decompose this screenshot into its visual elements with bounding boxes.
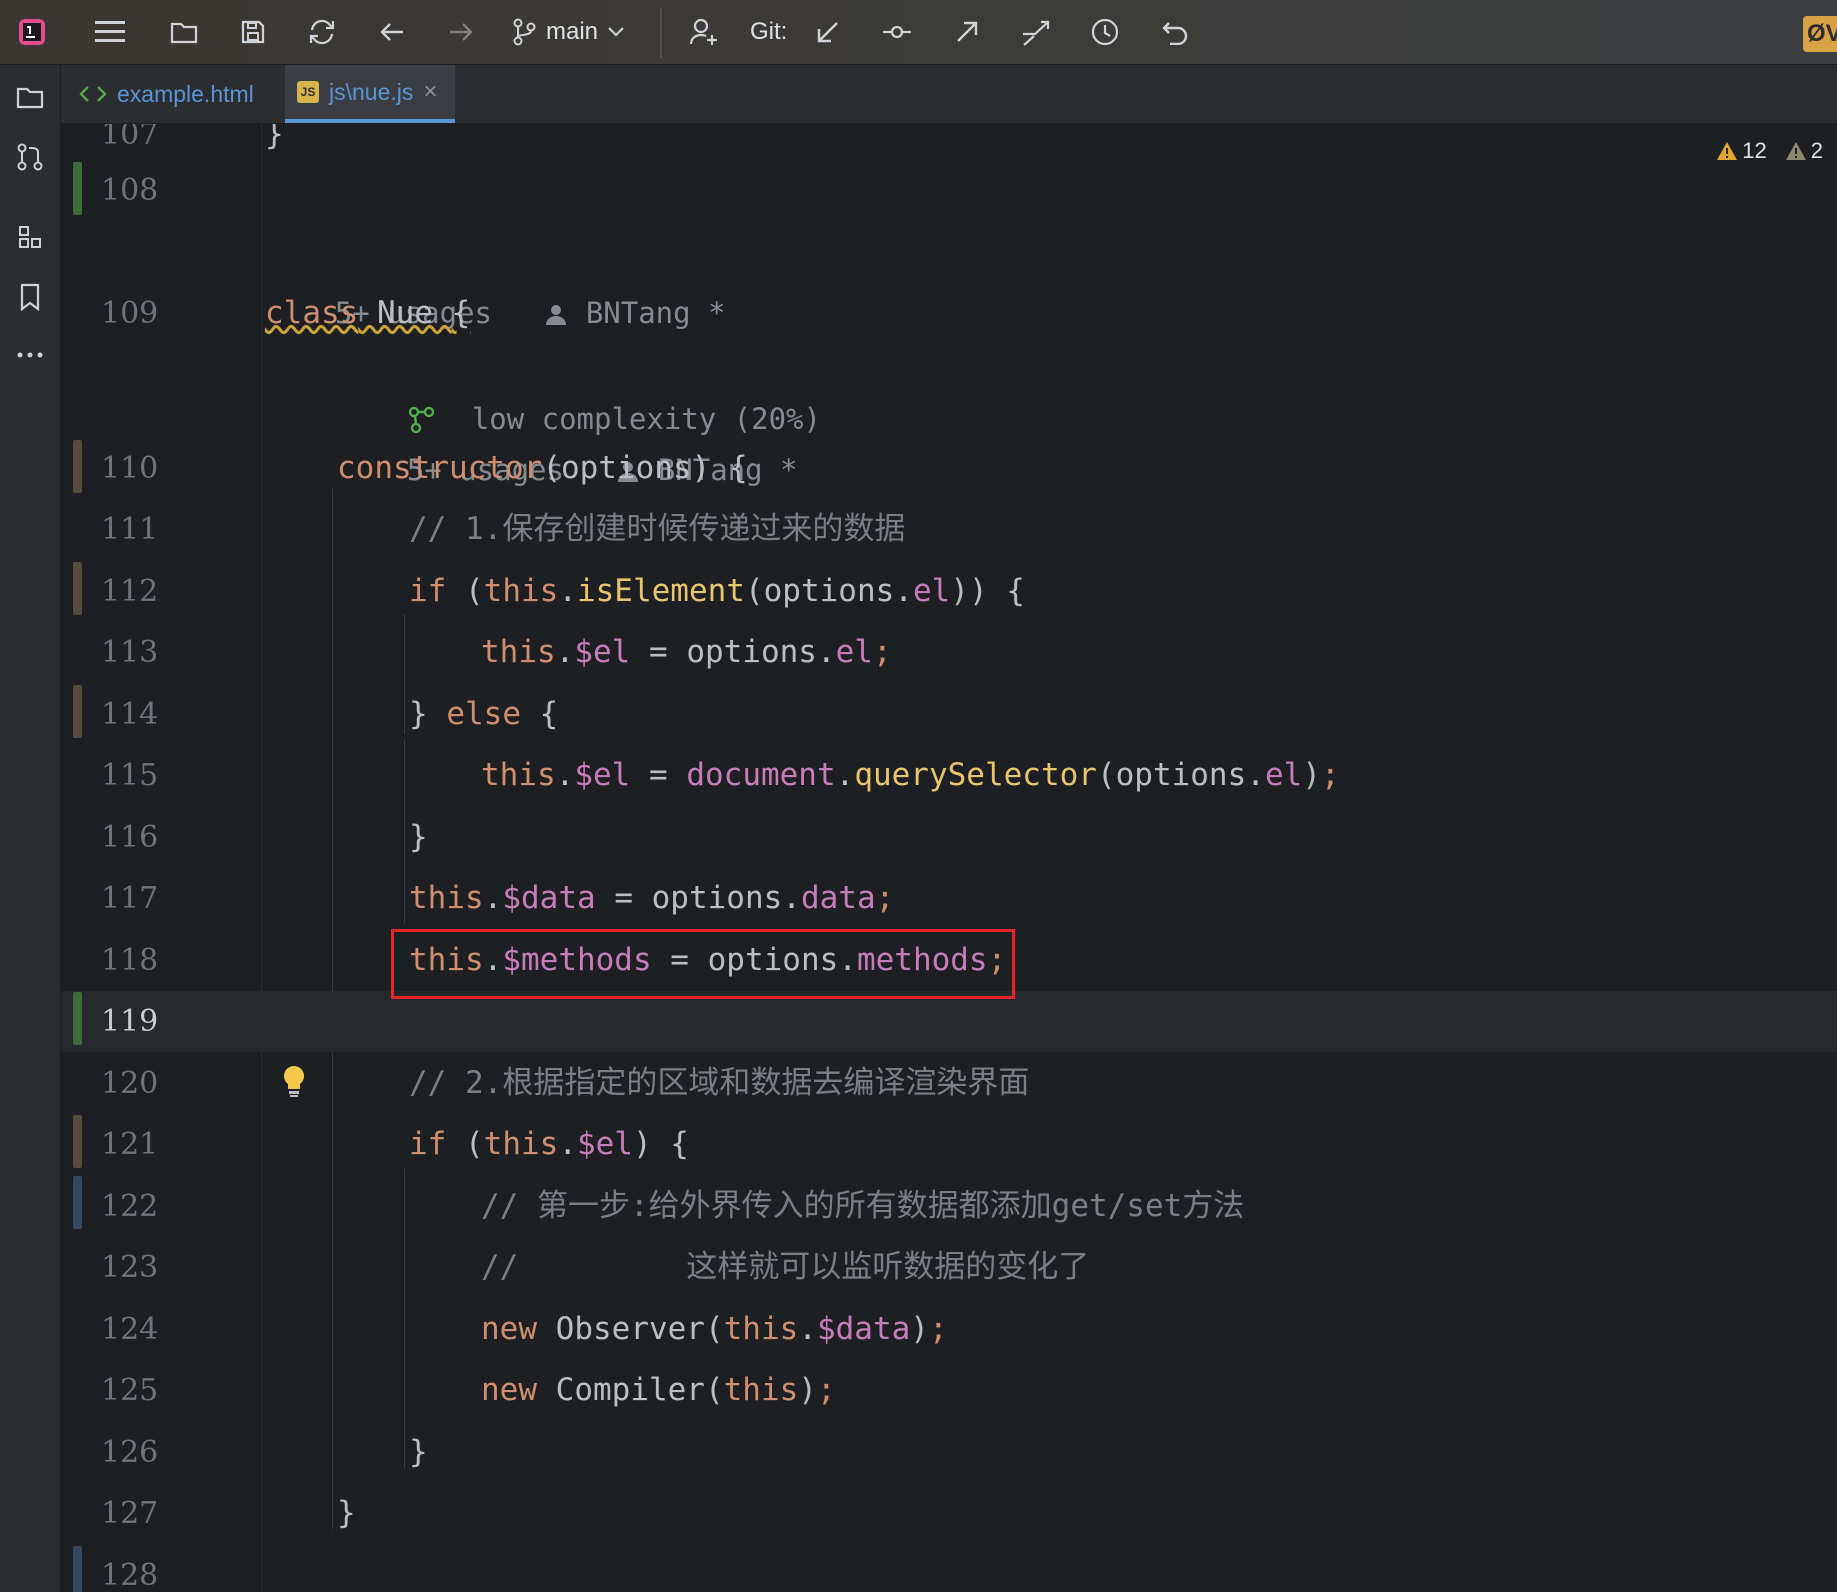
warnings-count[interactable]: 12 xyxy=(1716,138,1767,164)
toolbar-separator xyxy=(660,8,662,58)
js-file-icon: JS xyxy=(297,81,319,103)
line-number: 108 xyxy=(101,173,159,208)
change-marker[interactable] xyxy=(73,1115,82,1168)
line-number: 117 xyxy=(101,881,159,916)
indent-guide xyxy=(404,1169,405,1469)
change-marker[interactable] xyxy=(73,992,82,1045)
rollback-icon[interactable] xyxy=(1157,14,1193,50)
pull-requests-icon[interactable] xyxy=(12,139,48,175)
code-line-110[interactable]: constructor(options) { xyxy=(337,438,748,499)
main-menu-icon[interactable] xyxy=(92,14,128,50)
author-hint[interactable]: BNTang * xyxy=(586,296,726,330)
line-number: 128 xyxy=(101,1558,159,1592)
line-number-current: 119 xyxy=(101,1004,159,1039)
line-number: 111 xyxy=(101,512,159,547)
inspection-widget[interactable]: 12 2 xyxy=(1716,138,1823,164)
tab-label: js\nue.js xyxy=(329,78,414,105)
code-line-126[interactable]: } xyxy=(409,1422,428,1483)
line-number: 121 xyxy=(101,1127,159,1162)
change-marker[interactable] xyxy=(73,1176,82,1229)
code-line-113[interactable]: this.$el = options.el; xyxy=(481,622,892,683)
current-line-highlight xyxy=(61,991,1837,1052)
code-line-121[interactable]: if (this.$el) { xyxy=(409,1114,689,1175)
code-line-124[interactable]: new Observer(this.$data); xyxy=(481,1299,948,1360)
back-arrow-icon[interactable] xyxy=(374,14,410,50)
line-number: 118 xyxy=(101,943,159,978)
line-number: 123 xyxy=(101,1250,159,1285)
code-line-111[interactable]: // 1.保存创建时候传递过来的数据 xyxy=(409,499,905,560)
app-logo-icon[interactable] xyxy=(14,14,50,50)
weak-warnings-count[interactable]: 2 xyxy=(1785,138,1823,164)
line-number: 120 xyxy=(101,1066,159,1101)
git-commit-icon[interactable] xyxy=(879,14,915,50)
git-merge-icon[interactable] xyxy=(1018,14,1054,50)
git-label: Git: xyxy=(750,18,788,45)
tab-label: example.html xyxy=(117,80,254,107)
more-tools-icon[interactable] xyxy=(12,337,48,373)
weak-warning-icon xyxy=(1785,142,1806,160)
code-editor[interactable]: 12 2 107 108 109 110 111 112 113 114 115… xyxy=(61,124,1837,1592)
structure-icon[interactable] xyxy=(12,219,48,255)
line-number: 124 xyxy=(101,1312,159,1347)
user-icon xyxy=(546,305,567,325)
code-line-120[interactable]: // 2.根据指定的区域和数据去编译渲染界面 xyxy=(409,1053,1029,1114)
sync-icon[interactable] xyxy=(304,14,340,50)
history-clock-icon[interactable] xyxy=(1087,14,1123,50)
tool-window-strip xyxy=(0,65,61,1592)
line-number: 126 xyxy=(101,1435,159,1470)
line-number: 107 xyxy=(101,124,159,152)
code-line-107[interactable]: } xyxy=(265,124,284,165)
editor-tab-bar: example.html JS js\nue.js × xyxy=(61,65,1837,124)
open-folder-icon[interactable] xyxy=(166,14,202,50)
git-update-icon[interactable] xyxy=(810,14,846,50)
git-push-icon[interactable] xyxy=(949,14,985,50)
tab-example-html[interactable]: example.html xyxy=(67,65,285,123)
line-number: 114 xyxy=(101,697,159,732)
chevron-down-icon xyxy=(608,27,624,37)
change-marker[interactable] xyxy=(73,440,82,493)
line-number: 116 xyxy=(101,820,159,855)
code-line-122[interactable]: // 第一步:给外界传入的所有数据都添加get/set方法 xyxy=(481,1176,1244,1237)
close-icon[interactable]: × xyxy=(423,78,437,106)
bookmarks-icon[interactable] xyxy=(12,279,48,315)
main-toolbar: main Git: ØV xyxy=(0,0,1837,65)
highlight-annotation-box xyxy=(391,929,1015,999)
code-line-112[interactable]: if (this.isElement(options.el)) { xyxy=(409,561,1025,622)
indent-guide xyxy=(404,739,405,924)
line-number: 109 xyxy=(101,296,159,331)
code-line-117[interactable]: this.$data = options.data; xyxy=(409,868,894,929)
change-marker[interactable] xyxy=(73,685,82,738)
code-line-123[interactable]: // 这样就可以监听数据的变化了 xyxy=(481,1237,1089,1298)
save-icon[interactable] xyxy=(235,14,271,50)
change-marker[interactable] xyxy=(73,1546,82,1592)
indent-guide xyxy=(404,614,405,734)
code-line-127[interactable]: } xyxy=(337,1483,356,1544)
html-icon xyxy=(79,86,107,102)
git-branch-icon xyxy=(513,18,536,46)
code-line-116[interactable]: } xyxy=(409,807,428,868)
code-line-115[interactable]: this.$el = document.querySelector(option… xyxy=(481,745,1340,806)
code-line-125[interactable]: new Compiler(this); xyxy=(481,1360,836,1421)
vcs-widget[interactable]: ØV xyxy=(1803,16,1837,52)
branch-selector[interactable]: main xyxy=(512,14,624,50)
warning-icon xyxy=(1717,142,1738,160)
line-number: 112 xyxy=(101,574,159,609)
tab-nue-js[interactable]: JS js\nue.js × xyxy=(285,65,455,123)
line-number: 113 xyxy=(101,635,159,670)
line-number: 122 xyxy=(101,1189,159,1224)
branch-name: main xyxy=(546,18,599,45)
gutter-divider xyxy=(261,124,262,1592)
add-user-icon[interactable] xyxy=(686,14,722,50)
lightbulb-icon[interactable] xyxy=(279,1064,309,1098)
line-number: 110 xyxy=(101,451,159,486)
line-number: 115 xyxy=(101,758,159,793)
change-marker[interactable] xyxy=(73,562,82,615)
line-number: 125 xyxy=(101,1373,159,1408)
forward-arrow-icon[interactable] xyxy=(443,14,479,50)
change-marker[interactable] xyxy=(73,162,82,215)
line-number: 127 xyxy=(101,1496,159,1531)
project-folder-icon[interactable] xyxy=(12,79,48,115)
code-line-114[interactable]: } else { xyxy=(409,684,558,745)
